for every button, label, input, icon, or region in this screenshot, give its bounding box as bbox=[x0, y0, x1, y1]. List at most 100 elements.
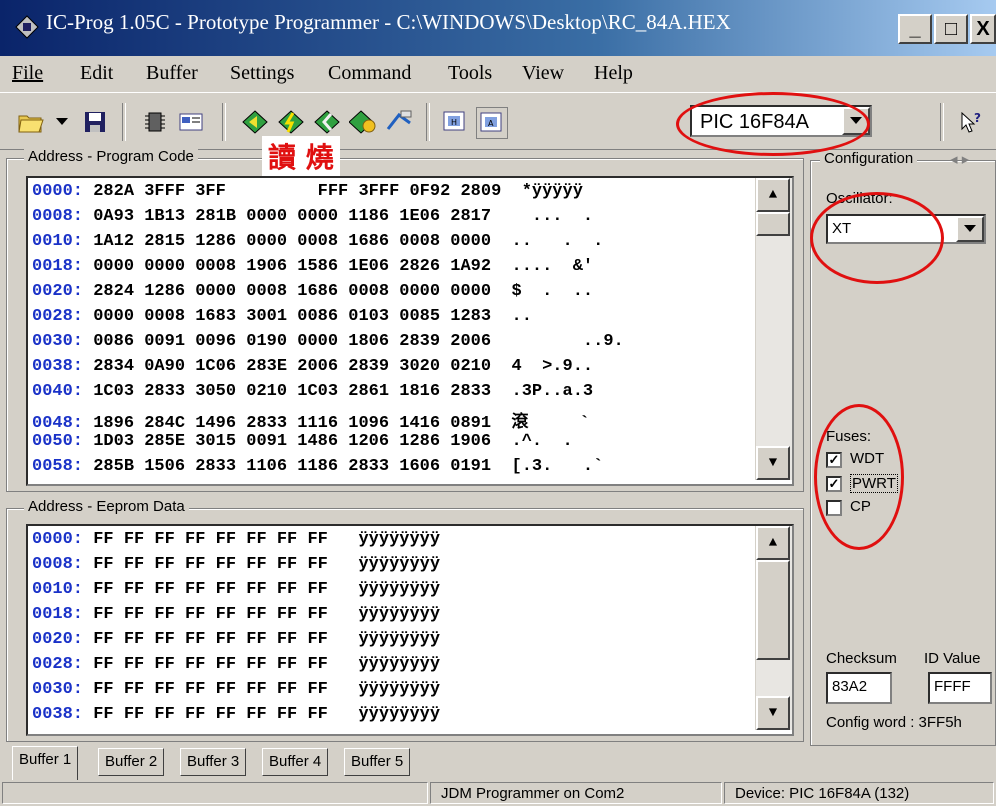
checksum-label: Checksum bbox=[826, 650, 897, 667]
menu-file-label: File bbox=[12, 62, 44, 84]
table-row: 0048: 1896 284C 1496 2833 1116 1096 1416… bbox=[32, 407, 590, 433]
config-nav-arrows-icon[interactable]: ◂ ▸ bbox=[950, 150, 969, 168]
menu-view-label: View bbox=[522, 62, 565, 84]
buffer-view-icon[interactable]: H bbox=[440, 107, 470, 137]
ascii-cell: ÿÿÿÿÿÿÿÿ bbox=[358, 605, 441, 624]
hex-cell[interactable]: FF FF FF FF FF FF FF FF bbox=[93, 630, 328, 649]
hex-cell[interactable]: 0000 0008 1683 3001 0086 0103 0085 1283 bbox=[93, 307, 491, 326]
open-file-icon[interactable] bbox=[16, 107, 46, 137]
maximize-icon: □ bbox=[944, 17, 958, 40]
scroll-down-icon[interactable]: ▼ bbox=[756, 446, 790, 480]
table-row: 0018: 0000 0000 0008 1906 1586 1E06 2826… bbox=[32, 257, 593, 276]
id-value-label: ID Value bbox=[924, 650, 981, 667]
menu-buffer-label: Buffer bbox=[146, 62, 198, 84]
eeprom-grid[interactable]: 0000: FF FF FF FF FF FF FF FF ÿÿÿÿÿÿÿÿ 0… bbox=[26, 524, 794, 736]
hex-cell[interactable]: 0086 0091 0096 0190 0000 1806 2839 2006 bbox=[93, 332, 491, 351]
menu-help[interactable]: Help bbox=[594, 62, 633, 85]
scroll-up-icon[interactable]: ▲ bbox=[756, 526, 790, 560]
config-word: Config word : 3FF5h bbox=[826, 714, 962, 731]
hex-cell[interactable]: 0000 0000 0008 1906 1586 1E06 2826 1A92 bbox=[93, 257, 491, 276]
svg-text:A: A bbox=[488, 119, 494, 128]
address-cell: 0030: bbox=[32, 680, 84, 699]
hex-cell[interactable]: 1896 284C 1496 2833 1116 1096 1416 0891 bbox=[93, 414, 491, 433]
ascii-cell: ÿÿÿÿÿÿÿÿ bbox=[358, 680, 441, 699]
minimize-button[interactable]: _ bbox=[898, 14, 932, 44]
menu-tools-label: Tools bbox=[448, 62, 493, 84]
help-pointer-icon[interactable]: ? bbox=[956, 107, 986, 137]
erase-icon[interactable] bbox=[312, 107, 342, 137]
scroll-thumb[interactable] bbox=[756, 212, 790, 236]
hex-cell[interactable]: FF FF FF FF FF FF FF FF bbox=[93, 680, 328, 699]
menu-command[interactable]: Command bbox=[328, 62, 411, 85]
status-pane-empty bbox=[2, 782, 428, 804]
table-row: 0010: FF FF FF FF FF FF FF FF ÿÿÿÿÿÿÿÿ bbox=[32, 580, 440, 599]
menu-help-label: Help bbox=[594, 62, 633, 84]
menu-view[interactable]: View bbox=[522, 62, 564, 85]
table-row: 0038: 2834 0A90 1C06 283E 2006 2839 3020… bbox=[32, 357, 593, 376]
hex-cell[interactable]: 282A 3FFF 3FF FFF 3FFF 0F92 2809 bbox=[93, 182, 501, 201]
tab-buffer-2[interactable]: Buffer 2 bbox=[98, 748, 165, 776]
read-burn-annotation: 讀 燒 bbox=[262, 136, 340, 176]
ascii-cell: ÿÿÿÿÿÿÿÿ bbox=[358, 630, 441, 649]
menu-buffer[interactable]: Buffer bbox=[146, 62, 198, 85]
hex-cell[interactable]: FF FF FF FF FF FF FF FF bbox=[93, 605, 328, 624]
tab-buffer-1[interactable]: Buffer 1 bbox=[12, 746, 79, 780]
hex-cell[interactable]: 0A93 1B13 281B 0000 0000 1186 1E06 2817 bbox=[93, 207, 491, 226]
hex-cell[interactable]: FF FF FF FF FF FF FF FF bbox=[93, 530, 328, 549]
blank-check-icon[interactable] bbox=[384, 107, 414, 137]
menu-edit-label: Edit bbox=[80, 62, 114, 84]
verify-icon[interactable] bbox=[348, 107, 378, 137]
buffer-compare-icon[interactable]: A bbox=[476, 107, 508, 139]
menu-settings[interactable]: Settings bbox=[230, 62, 294, 85]
table-row: 0050: 1D03 285E 3015 0091 1486 1206 1286… bbox=[32, 432, 573, 451]
scroll-up-icon[interactable]: ▲ bbox=[756, 178, 790, 212]
title-bar[interactable]: IC-Prog 1.05C - Prototype Programmer - C… bbox=[0, 0, 996, 56]
chip-icon[interactable] bbox=[140, 107, 170, 137]
hex-cell[interactable]: 1A12 2815 1286 0000 0008 1686 0008 0000 bbox=[93, 232, 491, 251]
close-icon: X bbox=[976, 17, 990, 40]
status-programmer: JDM Programmer on Com2 bbox=[430, 782, 722, 804]
program-code-grid[interactable]: 0000: 282A 3FFF 3FF FFF 3FFF 0F92 2809 *… bbox=[26, 176, 794, 486]
menu-edit[interactable]: Edit bbox=[80, 62, 113, 85]
id-value-field[interactable]: FFFF bbox=[928, 672, 992, 704]
ascii-cell: ÿÿÿÿÿÿÿÿ bbox=[358, 580, 441, 599]
window-title: IC-Prog 1.05C - Prototype Programmer - C… bbox=[46, 10, 731, 34]
save-icon[interactable] bbox=[80, 107, 110, 137]
program-code-scrollbar[interactable]: ▲ ▼ bbox=[755, 178, 792, 480]
program-icon[interactable] bbox=[276, 107, 306, 137]
ascii-cell: ..9. bbox=[511, 332, 624, 351]
close-button[interactable]: X bbox=[970, 14, 996, 44]
ascii-cell: ... . bbox=[511, 207, 594, 226]
address-cell: 0000: bbox=[32, 182, 84, 201]
hex-cell[interactable]: FF FF FF FF FF FF FF FF bbox=[93, 655, 328, 674]
hex-cell[interactable]: FF FF FF FF FF FF FF FF bbox=[93, 705, 328, 724]
hex-cell[interactable]: 1C03 2833 3050 0210 1C03 2861 1816 2833 bbox=[93, 382, 491, 401]
scroll-down-icon[interactable]: ▼ bbox=[756, 696, 790, 730]
ascii-cell: ÿÿÿÿÿÿÿÿ bbox=[358, 705, 441, 724]
ascii-cell: .3P..a.3 bbox=[511, 382, 594, 401]
hex-cell[interactable]: FF FF FF FF FF FF FF FF bbox=[93, 555, 328, 574]
ascii-cell: .... &' bbox=[511, 257, 594, 276]
hex-cell[interactable]: 2834 0A90 1C06 283E 2006 2839 3020 0210 bbox=[93, 357, 491, 376]
hex-cell[interactable]: 1D03 285E 3015 0091 1486 1206 1286 1906 bbox=[93, 432, 491, 451]
hex-cell[interactable]: 2824 1286 0000 0008 1686 0008 0000 0000 bbox=[93, 282, 491, 301]
chevron-down-icon[interactable] bbox=[52, 107, 72, 137]
hex-cell[interactable]: 285B 1506 2833 1106 1186 2833 1606 0191 bbox=[93, 457, 491, 476]
eeprom-scrollbar[interactable]: ▲ ▼ bbox=[755, 526, 792, 730]
ascii-cell: 滾 ` bbox=[511, 414, 590, 433]
menu-tools[interactable]: Tools bbox=[448, 62, 492, 85]
tab-buffer-5[interactable]: Buffer 5 bbox=[344, 748, 411, 776]
address-cell: 0008: bbox=[32, 207, 84, 226]
menu-file[interactable]: File bbox=[12, 62, 43, 85]
chevron-down-icon[interactable] bbox=[956, 216, 984, 242]
scroll-thumb[interactable] bbox=[756, 560, 790, 660]
hex-cell[interactable]: FF FF FF FF FF FF FF FF bbox=[93, 580, 328, 599]
table-row: 0028: FF FF FF FF FF FF FF FF ÿÿÿÿÿÿÿÿ bbox=[32, 655, 440, 674]
read-icon[interactable] bbox=[240, 107, 270, 137]
tab-buffer-4[interactable]: Buffer 4 bbox=[262, 748, 329, 776]
table-row: 0030: FF FF FF FF FF FF FF FF ÿÿÿÿÿÿÿÿ bbox=[32, 680, 440, 699]
maximize-button[interactable]: □ bbox=[934, 14, 968, 44]
table-row: 0058: 285B 1506 2833 1106 1186 2833 1606… bbox=[32, 457, 603, 476]
settings-icon[interactable] bbox=[176, 107, 206, 137]
tab-buffer-3[interactable]: Buffer 3 bbox=[180, 748, 247, 776]
